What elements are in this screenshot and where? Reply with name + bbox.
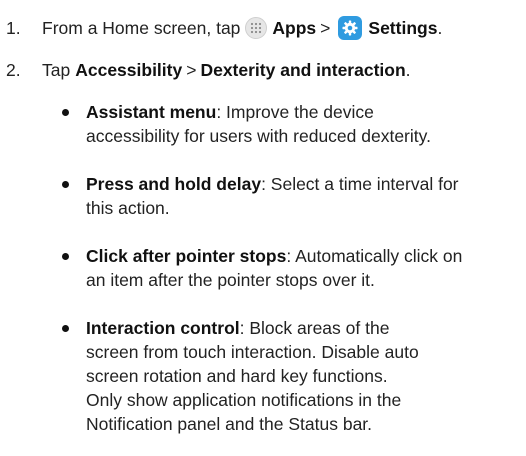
list-item-description: : Block areas of the (239, 318, 390, 338)
step-body: From a Home screen, tap Apps > Settings … (42, 16, 442, 40)
list-item-description: Notification panel and the Status bar. (86, 414, 373, 434)
list-item-description: an item after the pointer stops over it. (86, 270, 375, 290)
step-number: 1. (6, 18, 21, 38)
instructions-document: 1. From a Home screen, tap Apps > Settin… (0, 0, 526, 456)
list-item-term: Click after pointer stops (86, 246, 287, 266)
step-number: 2. (6, 60, 21, 80)
list-item-description: : Select a time interval for (261, 174, 459, 194)
list-item-description: accessibility for users with reduced dex… (86, 126, 431, 146)
list-item-description: screen rotation and hard key functions. (86, 366, 388, 386)
list-item-description: : Improve the device (216, 102, 374, 122)
step-text: From a Home screen, tap (42, 18, 241, 38)
path-separator: > (186, 60, 197, 80)
list-item-text: Interaction control: Block areas of the … (86, 316, 516, 436)
apps-label: Apps (272, 18, 317, 38)
dexterity-interaction-label: Dexterity and interaction (200, 60, 406, 80)
list-item-description: this action. (86, 198, 170, 218)
step-suffix: . (405, 60, 411, 80)
step-body: Tap Accessibility > Dexterity and intera… (42, 58, 411, 82)
list-item-text: Press and hold delay: Select a time inte… (86, 172, 516, 220)
path-separator: > (320, 18, 331, 38)
step-suffix: . (437, 18, 443, 38)
list-item-term: Press and hold delay (86, 174, 262, 194)
list-item-term: Interaction control (86, 318, 240, 338)
accessibility-label: Accessibility (75, 60, 183, 80)
bullet-dot (62, 109, 69, 116)
step-text: Tap (42, 60, 71, 80)
list-item-text: Click after pointer stops: Automatically… (86, 244, 516, 292)
list-item-text: Assistant menu: Improve the device acces… (86, 100, 516, 148)
bullet-dot (62, 253, 69, 260)
apps-grid-icon (245, 17, 268, 39)
list-item-description: screen from touch interaction. Disable a… (86, 342, 419, 362)
settings-gear-icon (338, 16, 363, 40)
settings-label: Settings (368, 18, 438, 38)
list-item-description: : Automatically click on (286, 246, 463, 266)
bullet-dot (62, 181, 69, 188)
bullet-dot (62, 325, 69, 332)
list-item-term: Assistant menu (86, 102, 217, 122)
list-item-description: Only show application notifications in t… (86, 390, 402, 410)
